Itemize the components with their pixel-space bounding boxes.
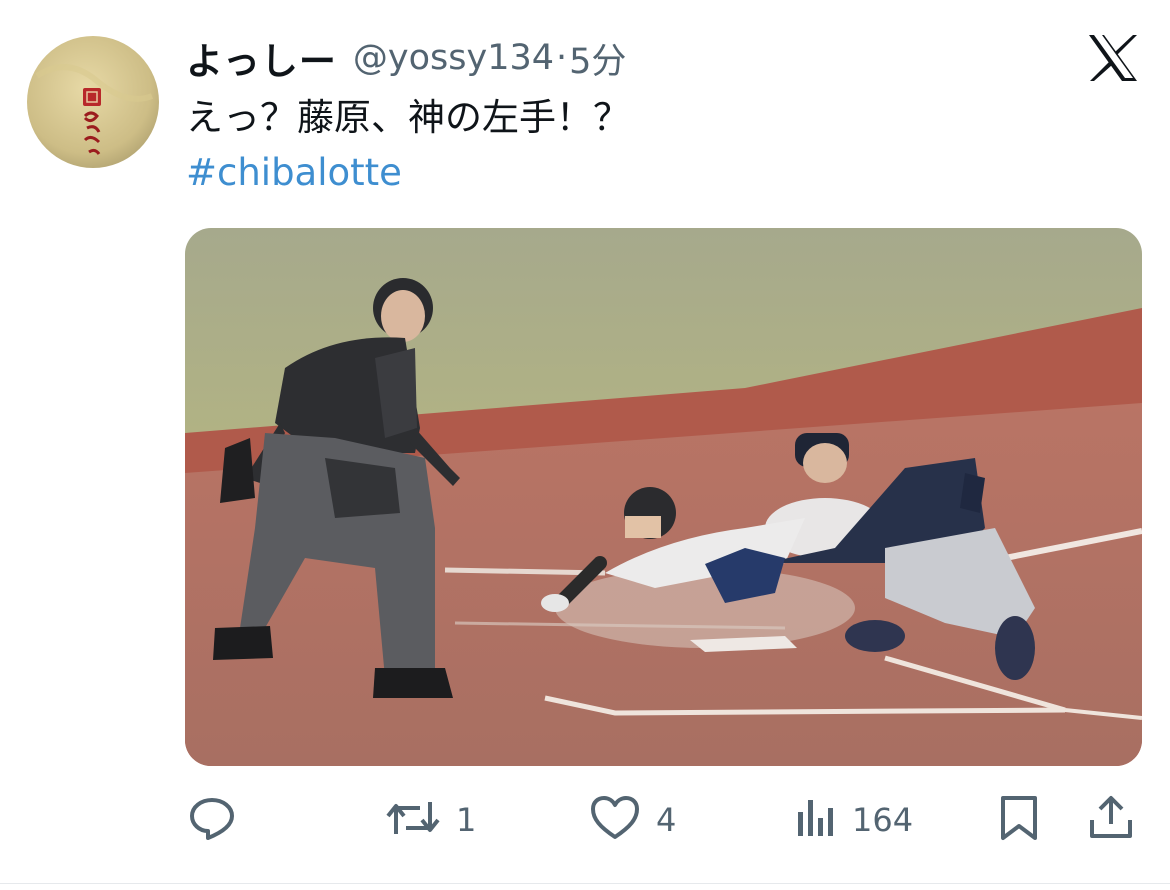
avatar[interactable] — [27, 36, 159, 168]
separator-dot: · — [556, 38, 568, 78]
display-name[interactable]: よっしー — [186, 31, 337, 85]
hashtag-link[interactable]: #chibalotte — [186, 148, 402, 198]
divider — [0, 883, 1170, 884]
action-bar: 1 4 164 — [0, 785, 1170, 855]
tweet-header: よっしー @yossy134 · 5分 — [186, 30, 626, 86]
like-button[interactable]: 4 — [590, 785, 676, 855]
tweet-text: えっ？藤原、神の左手！？ — [186, 96, 630, 139]
bar-chart-icon — [796, 794, 836, 846]
reply-button[interactable] — [188, 785, 252, 855]
retweet-button[interactable]: 1 — [386, 785, 476, 855]
reply-bubble-icon — [188, 794, 236, 846]
share-upload-icon — [1088, 794, 1134, 846]
views-button[interactable]: 164 — [796, 785, 913, 855]
x-logo-icon[interactable] — [1085, 30, 1141, 86]
share-button[interactable] — [1088, 785, 1134, 855]
heart-icon — [590, 794, 640, 846]
user-handle[interactable]: @yossy134 — [353, 38, 554, 78]
bookmark-button[interactable] — [998, 785, 1040, 855]
tweet-photo[interactable] — [185, 228, 1142, 766]
bookmark-icon — [998, 794, 1040, 846]
like-count: 4 — [656, 801, 677, 839]
views-count: 164 — [852, 801, 914, 839]
timestamp[interactable]: 5分 — [569, 33, 626, 84]
retweet-count: 1 — [456, 801, 477, 839]
retweet-icon — [386, 794, 440, 846]
